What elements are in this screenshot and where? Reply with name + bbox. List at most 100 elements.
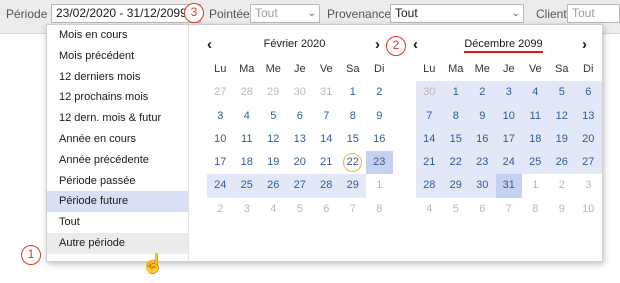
day-cell[interactable]: 27 [286,174,313,198]
day-cell[interactable]: 26 [260,174,287,198]
menu-item[interactable]: Tout [47,212,188,233]
day-cell[interactable]: 30 [416,81,443,105]
provenance-select[interactable]: Tout ⌄ [390,4,524,23]
day-cell[interactable]: 7 [496,198,523,221]
day-cell[interactable]: 5 [260,105,287,128]
menu-item[interactable]: Autre période [47,232,188,254]
day-cell[interactable]: 15 [340,128,367,151]
day-cell[interactable]: 10 [575,198,602,221]
day-cell[interactable]: 1 [366,174,393,197]
day-cell[interactable]: 2 [207,198,234,221]
menu-item[interactable]: Année précédente [47,150,188,171]
day-cell[interactable]: 7 [340,198,367,221]
day-cell[interactable]: 3 [234,198,261,221]
next-month-button[interactable]: › [375,37,380,53]
day-cell[interactable]: 12 [260,128,287,151]
menu-item[interactable]: 12 dern. mois & futur [47,108,188,129]
day-cell[interactable]: 30 [287,81,314,104]
day-cell[interactable]: 23 [366,151,393,175]
day-cell[interactable]: 6 [313,198,340,221]
day-cell[interactable]: 29 [260,81,287,104]
day-cell[interactable]: 9 [549,198,576,221]
pointee-select[interactable]: Tout ⌄ [250,4,320,23]
day-cell[interactable]: 10 [207,128,234,151]
day-cell[interactable]: 6 [287,105,314,128]
day-cell[interactable]: 8 [366,198,393,221]
menu-item[interactable]: Année en cours [47,129,188,150]
day-cell[interactable]: 4 [260,198,287,221]
day-cell[interactable]: 2 [549,174,576,197]
day-cell[interactable]: 25 [522,151,549,175]
day-cell[interactable]: 26 [548,151,575,175]
day-cell[interactable]: 27 [207,81,234,104]
day-cell[interactable]: 1 [522,174,549,197]
day-cell[interactable]: 4 [416,198,443,221]
day-cell[interactable]: 9 [366,105,393,128]
day-cell[interactable]: 16 [469,127,496,152]
day-cell[interactable]: 2 [469,81,496,105]
day-cell[interactable]: 6 [575,81,602,105]
day-cell[interactable]: 3 [495,81,522,105]
day-cell[interactable]: 27 [575,151,602,175]
day-cell[interactable]: 31 [495,174,522,198]
menu-item[interactable]: Mois en cours [47,25,188,46]
day-cell-today[interactable]: 22 [340,151,367,174]
day-cell[interactable]: 18 [522,127,549,152]
day-cell[interactable]: 24 [495,151,522,175]
day-cell[interactable]: 11 [234,128,261,151]
day-cell[interactable]: 1 [340,81,367,104]
day-cell[interactable]: 7 [416,104,443,128]
day-cell[interactable]: 11 [522,104,549,128]
day-cell[interactable]: 19 [260,151,287,174]
day-cell[interactable]: 30 [469,174,496,198]
menu-item[interactable]: Période passée [47,171,188,192]
day-cell[interactable]: 7 [313,105,340,128]
day-cell[interactable]: 28 [313,174,340,198]
day-cell[interactable]: 9 [469,104,496,128]
day-cell[interactable]: 14 [416,127,443,152]
day-cell[interactable]: 28 [234,81,261,104]
day-cell[interactable]: 25 [233,174,260,198]
day-cell[interactable]: 4 [522,81,549,105]
day-cell[interactable]: 18 [234,151,261,174]
day-cell[interactable]: 13 [287,128,314,151]
day-cell[interactable]: 10 [495,104,522,128]
day-cell[interactable]: 20 [287,151,314,174]
day-cell[interactable]: 1 [442,81,469,105]
day-cell[interactable]: 8 [442,104,469,128]
day-cell[interactable]: 13 [575,104,602,128]
day-cell[interactable]: 15 [442,127,469,152]
day-cell[interactable]: 5 [287,198,314,221]
menu-item[interactable]: 12 derniers mois [47,67,188,88]
day-cell[interactable]: 16 [366,128,393,151]
day-cell[interactable]: 29 [442,174,469,198]
client-field[interactable]: Tout [567,4,620,23]
day-cell[interactable]: 12 [548,104,575,128]
day-cell[interactable]: 5 [548,81,575,105]
periode-field[interactable]: 23/02/2020 - 31/12/2099 [51,4,201,23]
day-cell[interactable]: 8 [340,105,367,128]
day-cell[interactable]: 19 [548,127,575,152]
day-cell[interactable]: 3 [207,105,234,128]
day-cell[interactable]: 31 [313,81,340,104]
day-cell[interactable]: 24 [207,174,234,198]
day-cell[interactable]: 22 [442,151,469,175]
day-cell[interactable]: 17 [207,151,234,174]
day-cell[interactable]: 23 [469,151,496,175]
day-cell[interactable]: 14 [313,128,340,151]
day-cell[interactable]: 28 [416,174,443,198]
menu-item[interactable]: Mois précédent [47,46,188,67]
day-cell[interactable]: 4 [234,105,261,128]
day-cell[interactable]: 3 [575,174,602,197]
day-cell[interactable]: 2 [366,81,393,104]
day-cell[interactable]: 5 [443,198,470,221]
day-cell[interactable]: 29 [339,174,366,198]
next-month-button[interactable]: › [582,37,587,53]
day-cell[interactable]: 21 [416,151,443,175]
menu-item[interactable]: Période future [47,191,188,213]
day-cell[interactable]: 20 [575,127,602,152]
menu-item[interactable]: 12 prochains mois [47,87,188,108]
day-cell[interactable]: 21 [313,151,340,174]
day-cell[interactable]: 17 [495,127,522,152]
day-cell[interactable]: 8 [522,198,549,221]
